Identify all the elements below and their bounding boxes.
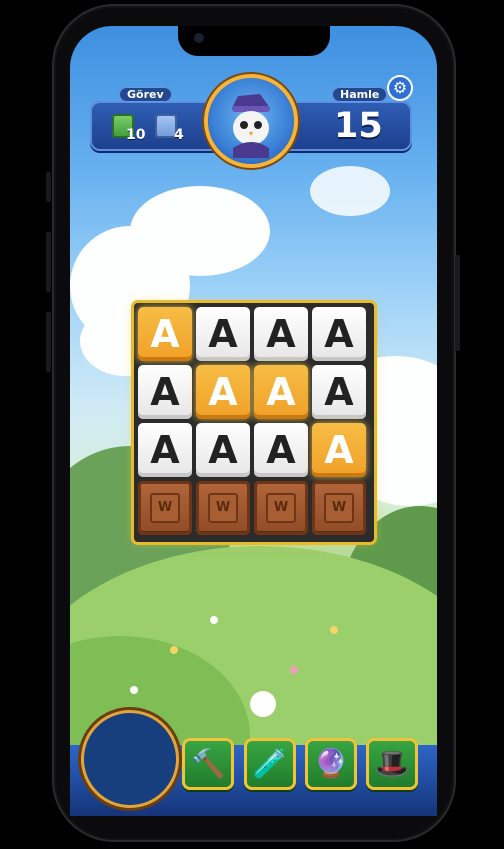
magic-hat-booster-icon[interactable]: 🎩 bbox=[366, 738, 418, 790]
flower bbox=[210, 616, 218, 624]
camera bbox=[194, 33, 204, 43]
crate-letter: W bbox=[266, 493, 296, 523]
flower bbox=[330, 626, 338, 634]
owl-wizard-icon bbox=[232, 94, 270, 158]
flower bbox=[130, 686, 138, 694]
crate-letter: W bbox=[208, 493, 238, 523]
crate-letter: W bbox=[324, 493, 354, 523]
letter-tile[interactable]: A bbox=[254, 365, 308, 419]
crate-tile: W bbox=[196, 481, 250, 535]
settings-gear-icon[interactable]: ⚙ bbox=[389, 77, 411, 99]
game-board: AAAAAAAAAAAAWWWW bbox=[134, 303, 374, 542]
letter-tile[interactable]: A bbox=[254, 423, 308, 477]
flower bbox=[290, 666, 298, 674]
mute-switch bbox=[46, 172, 51, 202]
potion-booster-icon[interactable]: 🧪 bbox=[244, 738, 296, 790]
letter-tile[interactable]: A bbox=[312, 307, 366, 361]
goal-count: 10 bbox=[126, 127, 146, 143]
letter-tile[interactable]: A bbox=[196, 307, 250, 361]
letter-tile[interactable]: A bbox=[312, 365, 366, 419]
moves-label: Hamle bbox=[332, 87, 388, 102]
volume-down-button bbox=[46, 312, 51, 372]
crate-tile: W bbox=[138, 481, 192, 535]
cloud bbox=[310, 166, 390, 216]
main-action-button[interactable] bbox=[84, 713, 176, 805]
volume-up-button bbox=[46, 232, 51, 292]
letter-tile[interactable]: A bbox=[312, 423, 366, 477]
avatar[interactable] bbox=[208, 78, 294, 164]
crate-letter: W bbox=[150, 493, 180, 523]
moves-counter: 15 bbox=[334, 106, 383, 146]
crate-tile: W bbox=[312, 481, 366, 535]
flower bbox=[250, 691, 276, 717]
letter-tile[interactable]: A bbox=[196, 423, 250, 477]
crystal-ball-booster-icon[interactable]: 🔮 bbox=[305, 738, 357, 790]
power-button bbox=[455, 255, 460, 351]
goal-count: 4 bbox=[174, 127, 184, 143]
letter-tile[interactable]: A bbox=[196, 365, 250, 419]
crate-tile: W bbox=[254, 481, 308, 535]
flower bbox=[170, 646, 178, 654]
hammer-booster-icon[interactable]: 🔨 bbox=[182, 738, 234, 790]
letter-tile[interactable]: A bbox=[138, 307, 192, 361]
letter-tile[interactable]: A bbox=[138, 423, 192, 477]
letter-tile[interactable]: A bbox=[254, 307, 308, 361]
goal-label: Görev bbox=[119, 87, 172, 102]
letter-tile[interactable]: A bbox=[138, 365, 192, 419]
